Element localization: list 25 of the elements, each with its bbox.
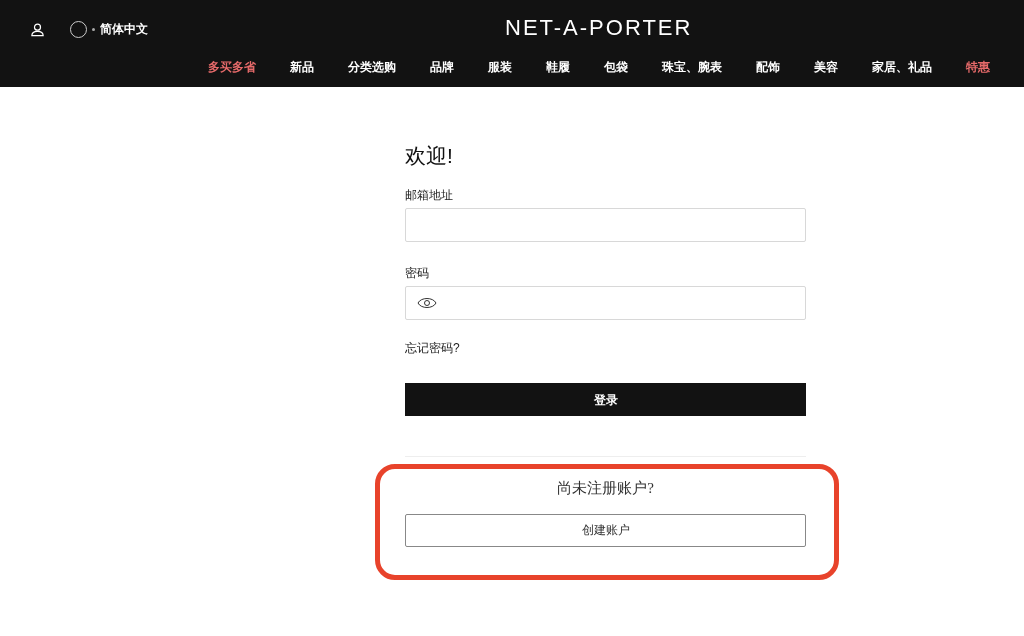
nav-link[interactable]: 包袋 bbox=[604, 58, 628, 76]
password-label: 密码 bbox=[405, 265, 430, 282]
logo[interactable]: NET-A-PORTER bbox=[505, 17, 693, 39]
nav-link[interactable]: 服装 bbox=[488, 58, 512, 76]
register-prompt: 尚未注册账户? bbox=[556, 479, 655, 498]
nav-link[interactable]: 新品 bbox=[290, 58, 314, 76]
email-label: 邮箱地址 bbox=[405, 187, 454, 204]
create-account-button[interactable]: 创建账户 bbox=[405, 513, 806, 547]
language-selector[interactable]: 简体中文 bbox=[70, 20, 148, 38]
nav-link[interactable]: 珠宝、腕表 bbox=[662, 58, 722, 76]
nav-link[interactable]: 分类选购 bbox=[348, 58, 396, 76]
email-field[interactable] bbox=[405, 208, 806, 242]
nav-link[interactable]: 家居、礼品 bbox=[872, 58, 932, 76]
nav-link[interactable]: 品牌 bbox=[430, 58, 454, 76]
nav-link[interactable]: 配饰 bbox=[756, 58, 780, 76]
nav-link[interactable]: 多买多省 bbox=[208, 58, 256, 76]
welcome-title: 欢迎! bbox=[405, 145, 454, 166]
nav-link[interactable]: 鞋履 bbox=[546, 58, 570, 76]
login-button[interactable]: 登录 bbox=[405, 383, 806, 416]
account-icon[interactable] bbox=[30, 21, 45, 37]
nav-link[interactable]: 特惠 bbox=[966, 58, 990, 76]
nav-link[interactable]: 美容 bbox=[814, 58, 838, 76]
forgot-password-link[interactable]: 忘记密码? bbox=[405, 339, 806, 357]
eye-icon[interactable] bbox=[417, 297, 437, 309]
password-field[interactable] bbox=[405, 286, 806, 320]
